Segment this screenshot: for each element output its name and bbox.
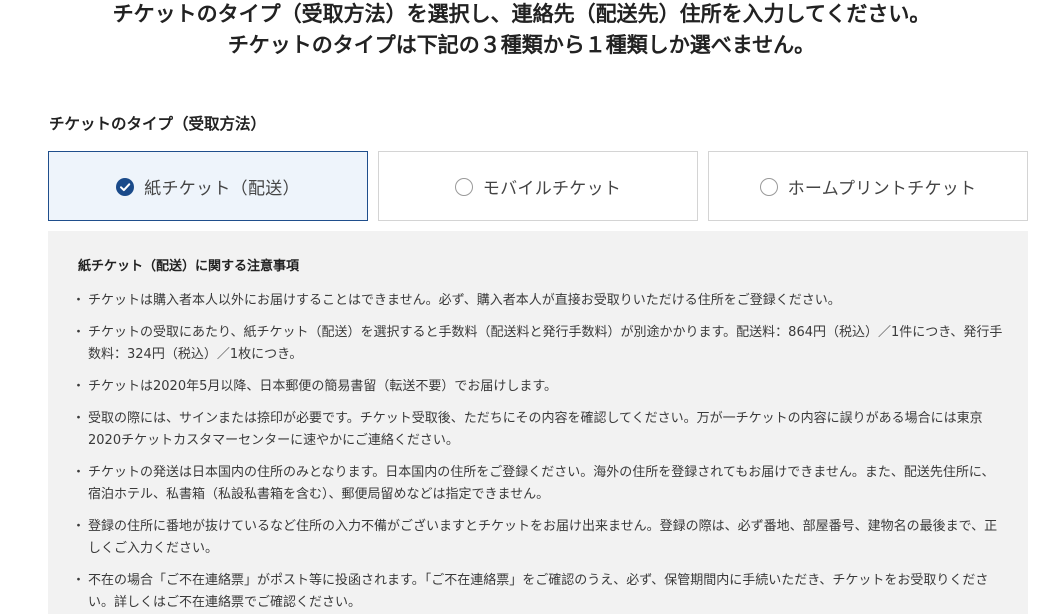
- notes-title: 紙チケット（配送）に関する注意事項: [78, 259, 300, 274]
- option-paper-ticket[interactable]: 紙チケット（配送）: [48, 151, 368, 221]
- option-mobile-ticket[interactable]: モバイルチケット: [378, 151, 698, 221]
- note-item: チケットは購入者本人以外にお届けすることはできません。必ず、購入者本人が直接お受…: [72, 290, 1006, 312]
- notes-panel: 紙チケット（配送）に関する注意事項 チケットは購入者本人以外にお届けすることはで…: [48, 231, 1028, 614]
- option-home-print-ticket[interactable]: ホームプリントチケット: [708, 151, 1028, 221]
- radio-empty-icon: [454, 178, 473, 196]
- option-label: 紙チケット（配送）: [144, 178, 300, 199]
- option-label: ホームプリントチケット: [787, 178, 977, 199]
- instruction-line-1: チケットのタイプ（受取方法）を選択し、連絡先（配送先）住所を入力してください。: [112, 2, 931, 26]
- page: チケットのタイプ（受取方法）を選択し、連絡先（配送先）住所を入力してください。 …: [0, 0, 1043, 614]
- radio-empty-icon: [759, 178, 778, 196]
- note-item: チケットは2020年5月以降、日本郵便の簡易書留（転送不要）でお届けします。: [72, 376, 1006, 398]
- notes-list: チケットは購入者本人以外にお届けすることはできません。必ず、購入者本人が直接お受…: [72, 290, 1006, 614]
- page-instructions: チケットのタイプ（受取方法）を選択し、連絡先（配送先）住所を入力してください。 …: [0, 0, 1043, 61]
- note-item: 受取の際には、サインまたは捺印が必要です。チケット受取後、ただちにその内容を確認…: [72, 408, 1006, 452]
- instruction-line-2: チケットのタイプは下記の３種類から１種類しか選べません。: [227, 33, 816, 57]
- option-label: モバイルチケット: [482, 178, 622, 199]
- note-item: 登録の住所に番地が抜けているなど住所の入力不備がございますとチケットをお届け出来…: [72, 516, 1006, 560]
- check-circle-icon: [116, 178, 135, 196]
- ticket-type-options: 紙チケット（配送） モバイルチケット ホームプリントチケット: [48, 151, 1028, 221]
- note-item: チケットの受取にあたり、紙チケット（配送）を選択すると手数料（配送料と発行手数料…: [72, 322, 1006, 366]
- note-item: 不在の場合「ご不在連絡票」がポスト等に投函されます。「ご不在連絡票」をご確認のう…: [72, 570, 1006, 614]
- note-item: チケットの発送は日本国内の住所のみとなります。日本国内の住所をご登録ください。海…: [72, 462, 1006, 506]
- ticket-type-heading: チケットのタイプ（受取方法）: [49, 115, 267, 133]
